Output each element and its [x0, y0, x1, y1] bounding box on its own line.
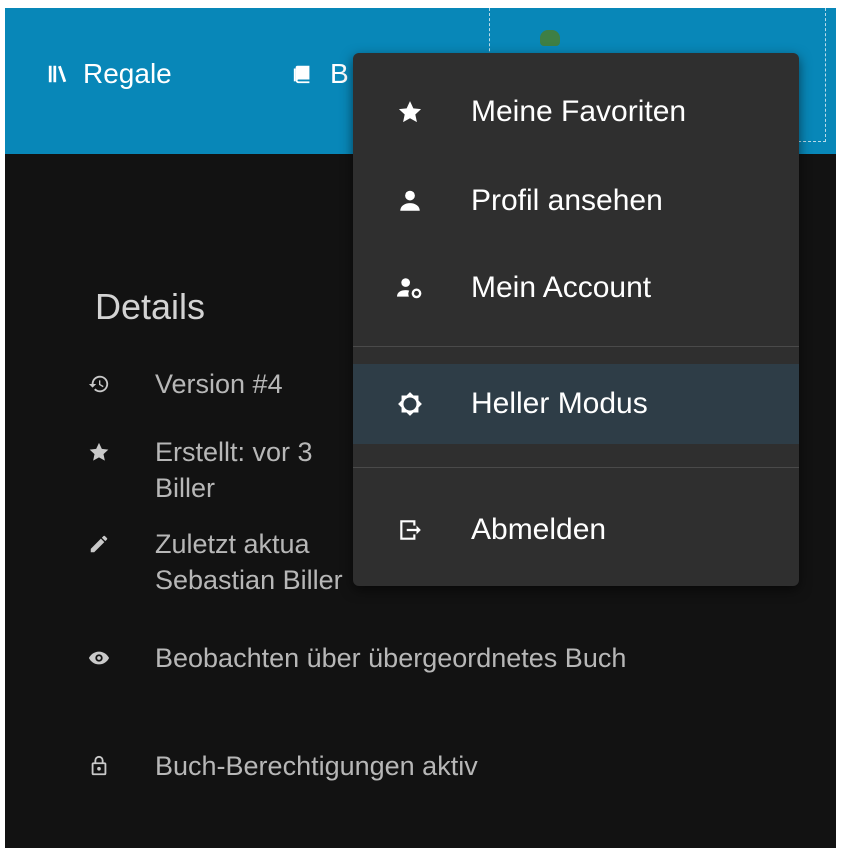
menu-item-account[interactable]: Mein Account	[353, 248, 799, 328]
nav-link-label: Regale	[83, 58, 172, 89]
lock-icon	[83, 748, 115, 784]
menu-item-label: Profil ansehen	[471, 184, 663, 217]
app-frame: Regale B Details Version #4 Erstellt: vo…	[5, 8, 836, 848]
menu-item-logout[interactable]: Abmelden	[353, 490, 799, 570]
detail-text: Buch-Berechtigungen aktiv	[155, 751, 478, 781]
eye-icon	[83, 640, 115, 676]
shelves-icon	[48, 65, 67, 83]
menu-item-label: Mein Account	[471, 271, 652, 304]
nav-link-books[interactable]: B	[292, 58, 349, 90]
user-settings-icon	[393, 271, 427, 305]
nav-link-regale[interactable]: Regale	[47, 58, 172, 90]
menu-item-light-mode[interactable]: Heller Modus	[353, 364, 799, 444]
user-dropdown-menu: Meine Favoriten Profil ansehen Mein Acco…	[353, 53, 799, 586]
detail-watch: Beobachten über übergeordnetes Buch	[83, 640, 695, 676]
menu-divider	[353, 346, 799, 347]
books-icon	[293, 65, 310, 84]
menu-divider	[353, 467, 799, 468]
user-icon	[393, 184, 427, 218]
nav-link-label: B	[330, 58, 349, 89]
star-icon	[393, 95, 427, 129]
history-icon	[83, 366, 115, 402]
menu-item-label: Heller Modus	[471, 387, 648, 420]
detail-permissions: Buch-Berechtigungen aktiv	[83, 748, 715, 784]
star-icon	[83, 434, 115, 470]
avatar	[540, 30, 560, 46]
light-mode-icon	[393, 387, 427, 421]
pencil-icon	[83, 526, 115, 562]
logout-icon	[393, 513, 427, 547]
menu-item-label: Abmelden	[471, 513, 607, 546]
menu-item-label: Meine Favoriten	[471, 95, 687, 128]
detail-text: Beobachten über übergeordnetes Buch	[155, 643, 627, 673]
menu-item-favorites[interactable]: Meine Favoriten	[353, 72, 799, 152]
menu-item-profile[interactable]: Profil ansehen	[353, 161, 799, 241]
details-heading: Details	[95, 286, 206, 327]
